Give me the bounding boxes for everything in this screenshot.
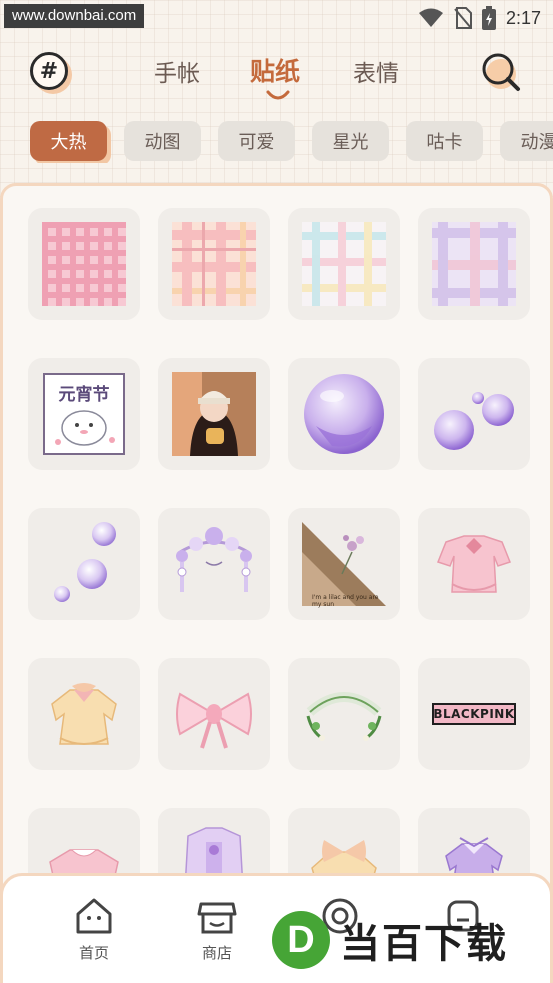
store-icon <box>197 902 237 934</box>
logo-d-icon: D <box>272 911 330 969</box>
sticker-floral-arch[interactable] <box>288 658 400 770</box>
category-chip-animated[interactable]: 动图 <box>124 121 201 161</box>
battery-icon <box>481 6 496 30</box>
pink-plaid-pattern-icon <box>42 222 126 306</box>
sticker-floating-bubbles[interactable] <box>28 508 140 620</box>
status-time: 2:17 <box>505 7 541 28</box>
purple-bubble-sticker-icon <box>304 374 384 454</box>
sticker-lantern-festival[interactable]: 元宵节 <box>28 358 140 470</box>
header: # 手帐 贴纸 表情 <box>0 42 553 102</box>
sticker-pink-dress[interactable] <box>418 508 530 620</box>
girl-photo-sticker-icon <box>172 372 256 456</box>
floating-bubbles-sticker-icon <box>54 522 116 602</box>
flower-headpiece-sticker-icon <box>176 527 252 592</box>
category-chip-anime[interactable]: 动漫 <box>500 121 553 161</box>
sticker-lilac-photo[interactable]: I'm a lilac and you are my sun <box>288 508 400 620</box>
yellow-dress-sticker-icon <box>51 683 117 745</box>
status-bar: www.downbai.com 2:17 <box>0 0 553 34</box>
nav-home-label: 首页 <box>78 944 109 962</box>
tab-stickers[interactable]: 贴纸 <box>250 52 300 88</box>
pink-dress-sticker-icon <box>437 535 511 593</box>
search-icon[interactable] <box>479 50 523 94</box>
pink-bow-sticker-icon <box>176 692 252 749</box>
nav-store[interactable]: 商店 <box>177 896 257 963</box>
hashtag-icon: # <box>39 58 59 84</box>
twin-bubbles-sticker-icon <box>434 392 514 450</box>
sticker-flower-headpiece[interactable] <box>158 508 270 620</box>
home-icon <box>76 898 112 934</box>
active-tab-indicator <box>266 90 290 100</box>
logo-text: 当百下载 <box>340 921 508 967</box>
tab-emoji[interactable]: 表情 <box>353 54 399 88</box>
sticker-pink-bow[interactable] <box>158 658 270 770</box>
nav-home[interactable]: 首页 <box>54 896 134 963</box>
sticker-blackpink[interactable]: BLACKPINK <box>418 658 530 770</box>
sticker-girl-photo[interactable] <box>158 358 270 470</box>
category-chip-cute[interactable]: 可爱 <box>218 121 295 161</box>
status-icons: 2:17 <box>418 6 541 30</box>
sticker-yellow-dress[interactable] <box>28 658 140 770</box>
hashtag-button[interactable]: # <box>30 52 68 90</box>
pastel-plaid-pattern-icon <box>302 222 386 306</box>
watermark: www.downbai.com <box>4 4 145 28</box>
blackpink-text: BLACKPINK <box>433 707 515 721</box>
sticker-pink-gingham[interactable] <box>28 208 140 320</box>
sticker-peach-plaid[interactable] <box>158 208 270 320</box>
sticker-lilac-plaid[interactable] <box>418 208 530 320</box>
wifi-icon <box>418 8 443 27</box>
tab-journal[interactable]: 手帐 <box>154 54 200 88</box>
download-site-logo: D 当百下载 <box>272 910 508 970</box>
peach-plaid-pattern-icon <box>172 222 256 306</box>
sticker-panel: 元宵节 I'm a lilac and you are my sun BLACK… <box>0 183 553 983</box>
sticker-purple-bubble[interactable] <box>288 358 400 470</box>
sticker-pastel-plaid[interactable] <box>288 208 400 320</box>
lantern-festival-text: 元宵节 <box>58 385 110 405</box>
sticker-twin-bubbles[interactable] <box>418 358 530 470</box>
no-sim-icon <box>454 7 472 29</box>
floral-arch-sticker-icon <box>306 692 382 741</box>
category-chip-starlight[interactable]: 星光 <box>312 121 389 161</box>
category-chips: 大热 动图 可爱 星光 咕卡 动漫 <box>30 121 553 163</box>
lilac-plaid-pattern-icon <box>432 222 516 306</box>
lilac-photo-caption: I'm a lilac and you are my sun <box>312 593 379 608</box>
category-chip-guka[interactable]: 咕卡 <box>406 121 483 161</box>
category-chip-hot[interactable]: 大热 <box>30 121 107 161</box>
nav-store-label: 商店 <box>201 944 232 962</box>
